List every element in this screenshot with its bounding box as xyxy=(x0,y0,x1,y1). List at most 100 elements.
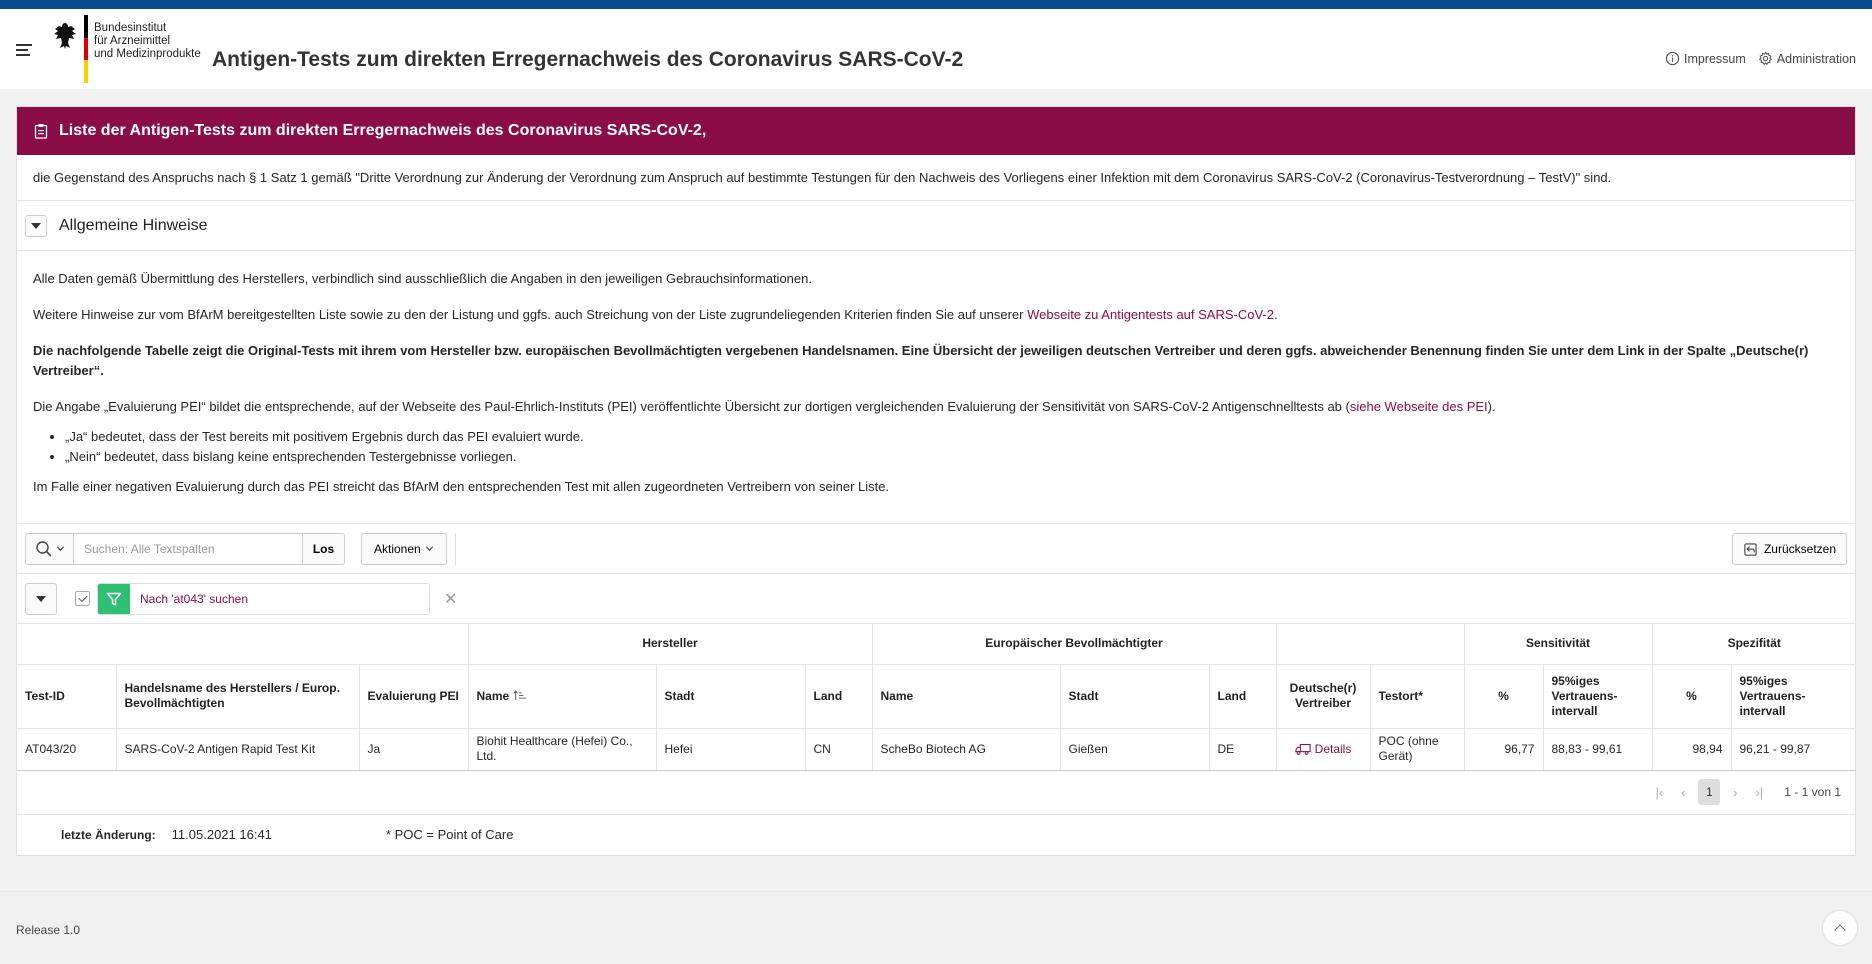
list-item: „Ja“ bedeutet, dass der Test bereits mit… xyxy=(65,427,1839,447)
reset-label: Zurücksetzen xyxy=(1763,542,1836,556)
cell-evaluierung: Ja xyxy=(359,728,469,771)
antigentests-website-link[interactable]: Webseite zu Antigentests auf SARS-CoV-2 xyxy=(1027,307,1274,322)
chevron-down-icon xyxy=(56,546,64,552)
hint-text: Weitere Hinweise zur vom BfArM bereitges… xyxy=(33,307,1028,322)
empty-group-header xyxy=(1276,624,1465,665)
col-header-spez-pct[interactable]: % xyxy=(1652,664,1732,729)
previous-page-button[interactable]: ‹ xyxy=(1674,780,1692,804)
hints-title: Allgemeine Hinweise xyxy=(59,216,208,234)
vertreiber-details-link[interactable]: Details xyxy=(1285,742,1362,757)
next-page-button[interactable]: › xyxy=(1726,780,1744,804)
logo-text: Bundesinstitut für Arzneimittel und Medi… xyxy=(94,22,201,85)
sort-ascending-icon xyxy=(512,689,526,700)
cell-test-id: AT043/20 xyxy=(17,728,117,771)
col-header-test-id[interactable]: Test-ID xyxy=(17,664,117,729)
release-label: Release 1.0 xyxy=(16,923,81,937)
table-row: AT043/20 SARS-CoV-2 Antigen Rapid Test K… xyxy=(17,728,1856,771)
hint-list: „Ja“ bedeutet, dass der Test bereits mit… xyxy=(65,427,1839,467)
app-title: Antigen-Tests zum direkten Erregernachwe… xyxy=(212,48,964,71)
top-bar xyxy=(0,0,1872,9)
cell-sens-ci: 88,83 - 99,61 xyxy=(1543,728,1653,771)
reset-button[interactable]: Zurücksetzen xyxy=(1731,533,1847,565)
cell-testort: POC (ohne Gerät) xyxy=(1370,728,1465,771)
col-header-sens-ci[interactable]: 95%iges Vertrauens-intervall xyxy=(1543,664,1653,729)
column-header-row: Test-ID Handelsname des Herstellers / Eu… xyxy=(17,664,1856,729)
poc-note: * POC = Point of Care xyxy=(385,827,514,842)
search-bar: Los xyxy=(25,532,345,565)
impressum-label: Impressum xyxy=(1683,51,1746,66)
intro-text: die Gegenstand des Anspruchs nach § 1 Sa… xyxy=(17,155,1855,201)
pagination: |‹ ‹ 1 › ›| 1 - 1 von 1 xyxy=(17,771,1855,815)
hint-paragraph: Im Falle einer negativen Evaluierung dur… xyxy=(33,479,890,494)
last-page-button[interactable]: ›| xyxy=(1750,780,1768,804)
hint-paragraph: Weitere Hinweise zur vom BfArM bereitges… xyxy=(33,305,1839,325)
column-group-row: Hersteller Europäischer Bevollmächtigter… xyxy=(17,624,1856,665)
cell-hersteller-name: Biohit Healthcare (Hefei) Co., Ltd. xyxy=(468,728,657,771)
pagination-info: 1 - 1 von 1 xyxy=(1784,785,1841,799)
list-item: „Nein“ bedeutet, dass bislang keine ents… xyxy=(65,447,1839,467)
cell-spez-pct: 98,94 xyxy=(1652,728,1732,771)
logo-line: und Medizinprodukte xyxy=(94,48,201,60)
group-header-bevollmaechtigter: Europäischer Bevollmächtigter xyxy=(872,624,1277,665)
col-header-evaluierung[interactable]: Evaluierung PEI xyxy=(359,664,469,729)
col-header-hersteller-stadt[interactable]: Stadt xyxy=(656,664,806,729)
col-header-vertreiber[interactable]: Deutsche(r) Vertreiber xyxy=(1276,664,1371,729)
current-page[interactable]: 1 xyxy=(1698,779,1721,805)
search-input[interactable] xyxy=(74,533,302,564)
group-header-spezifitaet: Spezifität xyxy=(1652,624,1856,665)
german-flag xyxy=(84,15,88,84)
antigen-tests-table: Hersteller Europäischer Bevollmächtigter… xyxy=(17,624,1856,771)
first-page-button[interactable]: |‹ xyxy=(1650,780,1668,804)
region-banner: Liste der Antigen-Tests zum direkten Err… xyxy=(17,107,1855,155)
logo-line: Bundesinstitut xyxy=(94,22,167,34)
eagle-icon xyxy=(54,23,76,49)
administration-link[interactable]: Administration xyxy=(1758,51,1856,66)
scroll-to-top-button[interactable] xyxy=(1822,910,1858,946)
hint-text: ). xyxy=(1487,399,1496,414)
search-column-button[interactable] xyxy=(26,533,74,564)
col-header-testort[interactable]: Testort* xyxy=(1370,664,1465,729)
cell-hersteller-stadt: Hefei xyxy=(656,728,806,771)
header: Bundesinstitut für Arzneimittel und Medi… xyxy=(0,9,1872,89)
cell-vertreiber: Details xyxy=(1276,728,1371,771)
gear-icon xyxy=(1758,51,1772,66)
col-header-bevollmaechtigter-land[interactable]: Land xyxy=(1209,664,1277,729)
filter-icon xyxy=(98,583,130,614)
col-header-handelsname[interactable]: Handelsname des Herstellers / Europ. Bev… xyxy=(116,664,360,729)
filter-label[interactable]: Nach 'at043' suchen xyxy=(130,584,248,614)
truck-icon xyxy=(1295,744,1311,755)
col-header-sens-pct[interactable]: % xyxy=(1464,664,1544,729)
remove-filter-icon[interactable]: ✕ xyxy=(444,589,457,609)
main-region: Liste der Antigen-Tests zum direkten Err… xyxy=(16,106,1856,856)
impressum-link[interactable]: Impressum xyxy=(1665,51,1746,66)
filter-collapse-button[interactable] xyxy=(25,582,57,615)
reset-icon xyxy=(1744,542,1757,556)
col-header-bevollmaechtigter-stadt[interactable]: Stadt xyxy=(1060,664,1210,729)
col-header-hersteller-land[interactable]: Land xyxy=(805,664,873,729)
filter-enable-checkbox[interactable] xyxy=(75,591,90,606)
hint-paragraph: Alle Daten gemäß Übermittlung des Herste… xyxy=(33,271,812,286)
pei-website-link[interactable]: siehe Webseite des PEI xyxy=(1350,399,1488,414)
cell-handelsname: SARS-CoV-2 Antigen Rapid Test Kit xyxy=(116,728,360,771)
hints-body: Alle Daten gemäß Übermittlung des Herste… xyxy=(17,251,1855,524)
menu-icon[interactable] xyxy=(16,44,32,56)
bfarm-logo[interactable]: Bundesinstitut für Arzneimittel und Medi… xyxy=(50,15,201,85)
go-button[interactable]: Los xyxy=(302,533,344,564)
col-header-label: Name xyxy=(476,688,510,703)
actions-menu-button[interactable]: Aktionen xyxy=(361,532,447,565)
last-change-value: 11.05.2021 16:41 xyxy=(171,827,272,842)
info-icon xyxy=(1665,51,1680,66)
cell-bevollmaechtigter-stadt: Gießen xyxy=(1060,728,1210,771)
hints-toggle-button[interactable] xyxy=(25,214,47,237)
col-header-spez-ci[interactable]: 95%iges Vertrauens-intervall xyxy=(1731,664,1856,729)
col-header-bevollmaechtigter-name[interactable]: Name xyxy=(872,664,1061,729)
banner-title: Liste der Antigen-Tests zum direkten Err… xyxy=(59,122,707,139)
administration-label: Administration xyxy=(1776,51,1856,66)
hint-paragraph-bold: Die nachfolgende Tabelle zeigt die Origi… xyxy=(33,343,1809,378)
report-toolbar: Los Aktionen Zurücksetzen xyxy=(17,524,1855,574)
filter-row: Nach 'at043' suchen ✕ xyxy=(17,574,1855,624)
group-header-sensitivitaet: Sensitivität xyxy=(1464,624,1653,665)
hint-text: Die Angabe „Evaluierung PEI“ bildet die … xyxy=(33,399,1350,414)
col-header-hersteller-name[interactable]: Name xyxy=(468,664,657,729)
cell-sens-pct: 96,77 xyxy=(1464,728,1544,771)
